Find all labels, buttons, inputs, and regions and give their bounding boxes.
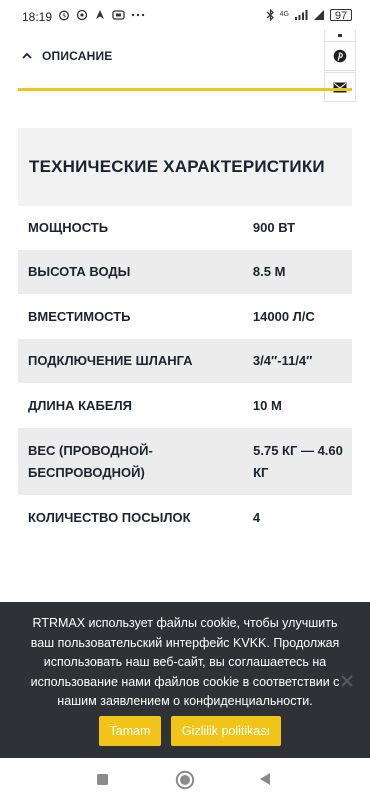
spec-row: ВЕС (ПРОВОДНОЙ-БЕСПРОВОДНОЙ) 5.75 КГ — 4…	[18, 428, 352, 495]
cookie-notice-text: RTRMAX использует файлы cookie, чтобы ул…	[30, 616, 340, 708]
spec-value: 8.5 М	[252, 264, 286, 279]
spec-key: ПОДКЛЮЧЕНИЕ ШЛАНГА	[28, 353, 193, 368]
specs-title-box: ТЕХНИЧЕСКИЕ ХАРАКТЕРИСТИКИ	[18, 128, 352, 206]
spec-value: 3/4″-11/4″	[252, 353, 313, 368]
status-notification-icons	[58, 9, 145, 21]
technical-specs-table: ТЕХНИЧЕСКИЕ ХАРАКТЕРИСТИКИ МОЩНОСТЬ 900 …	[18, 128, 352, 540]
battery-icon: 97	[330, 9, 352, 22]
spec-row: МОЩНОСТЬ 900 ВТ	[18, 206, 352, 250]
accordion-label: ОПИСАНИЕ	[42, 49, 113, 63]
spec-value: 4	[252, 509, 261, 525]
cookie-banner: RTRMAX использует файлы cookie, чтобы ул…	[0, 602, 370, 758]
spec-key: ВМЕСТИМОСТЬ	[28, 308, 131, 324]
status-time: 18:19	[22, 10, 53, 24]
spec-row: КОЛИЧЕСТВО ПОСЫЛОК 4	[18, 495, 352, 540]
spec-value: 14000 Л/С	[252, 308, 315, 324]
spec-row: ДЛИНА КАБЕЛЯ 10 М	[18, 383, 352, 428]
spec-key: ВЫСОТА ВОДЫ	[28, 264, 131, 279]
spec-key: ДЛИНА КАБЕЛЯ	[28, 397, 132, 413]
back-icon[interactable]	[258, 772, 272, 786]
specs-title: ТЕХНИЧЕСКИЕ ХАРАКТЕРИСТИКИ	[29, 157, 325, 176]
privacy-policy-button[interactable]: Gizlilik politikası	[171, 716, 281, 746]
cookie-accept-button[interactable]: Tamam	[99, 716, 161, 746]
cast-icon	[112, 10, 125, 20]
alarm-icon	[59, 10, 69, 21]
system-nav-bar	[0, 758, 370, 802]
spec-key: МОЩНОСТЬ	[28, 220, 109, 235]
network-type-label: 4G	[279, 11, 289, 18]
email-share-button[interactable]	[324, 72, 356, 102]
signal-icon	[295, 10, 308, 20]
pinterest-icon	[333, 49, 347, 63]
share-top-icon	[338, 33, 342, 37]
spec-value: 900 ВТ	[252, 220, 296, 235]
location-icon	[76, 9, 88, 21]
recent-apps-icon[interactable]	[96, 773, 109, 786]
navigation-icon	[96, 10, 104, 19]
spec-key: КОЛИЧЕСТВО ПОСЫЛОК	[28, 509, 191, 525]
description-accordion-toggle[interactable]: ОПИСАНИЕ	[20, 44, 320, 68]
spec-row: ВЫСОТА ВОДЫ 8.5 М	[18, 250, 352, 294]
spec-row: ПОДКЛЮЧЕНИЕ ШЛАНГА 3/4″-11/4″	[18, 339, 352, 383]
spec-row: ВМЕСТИМОСТЬ 14000 Л/С	[18, 294, 352, 339]
spec-key: ВЕС (ПРОВОДНОЙ-БЕСПРОВОДНОЙ)	[28, 442, 153, 480]
signal-icon-2	[314, 10, 324, 20]
status-bar: 18:19 4G 97	[0, 0, 370, 34]
more-dots-icon	[131, 13, 145, 17]
spec-value: 10 М	[252, 397, 282, 413]
spec-value: 5.75 КГ — 4.60 КГ	[253, 442, 343, 480]
home-icon[interactable]	[175, 770, 195, 790]
accordion-divider	[18, 88, 352, 91]
pinterest-share-button[interactable]	[324, 41, 356, 71]
bluetooth-icon	[266, 9, 274, 21]
status-system-icons: 4G 97	[266, 9, 352, 22]
close-icon[interactable]	[338, 672, 356, 690]
chevron-up-icon	[22, 52, 32, 59]
